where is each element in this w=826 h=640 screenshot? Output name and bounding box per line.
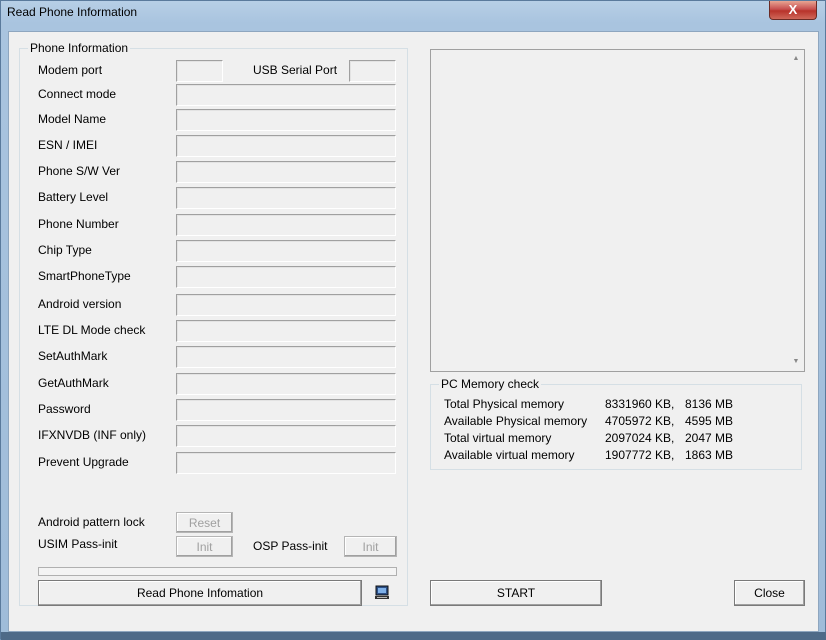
close-button[interactable]: Close	[734, 580, 805, 606]
read-phone-information-button[interactable]: Read Phone Infomation	[38, 580, 362, 606]
info-row-label: IFXNVDB (INF only)	[38, 428, 147, 442]
computer-icon[interactable]	[374, 585, 390, 601]
scroll-down-arrow-icon[interactable]: ▼	[790, 357, 802, 367]
scroll-up-arrow-icon[interactable]: ▲	[790, 54, 802, 64]
read-progress-bar	[38, 567, 397, 576]
info-row-field	[176, 266, 396, 288]
window-title: Read Phone Information	[7, 5, 138, 19]
usim-init-button[interactable]: Init	[176, 536, 233, 557]
info-row-field	[176, 135, 396, 157]
info-row-field	[176, 425, 396, 447]
usim-pass-init-label: USIM Pass-init	[38, 537, 118, 551]
pc-memory-check-legend: PC Memory check	[439, 377, 542, 391]
info-row-field	[176, 294, 396, 316]
android-pattern-lock-label: Android pattern lock	[38, 515, 145, 529]
memory-mb: 1863 MB	[685, 448, 734, 462]
info-row-label: GetAuthMark	[38, 376, 109, 390]
info-row-field	[176, 84, 396, 106]
info-row-field	[176, 320, 396, 342]
info-row-label: Connect mode	[38, 87, 117, 101]
info-row-field	[176, 161, 396, 183]
info-row-field	[176, 187, 396, 209]
info-row-label: Password	[38, 402, 91, 416]
usb-serial-port-field	[349, 60, 396, 82]
info-row-field	[176, 373, 396, 395]
memory-label: Total Physical memory	[444, 397, 565, 411]
info-row-label: Model Name	[38, 112, 107, 126]
memory-mb: 8136 MB	[685, 397, 734, 411]
usb-serial-port-label: USB Serial Port	[253, 63, 338, 77]
osp-init-button[interactable]: Init	[344, 536, 397, 557]
log-output-area[interactable]: ▲ ▼	[430, 49, 805, 372]
phone-information-legend: Phone Information	[28, 41, 131, 55]
info-row-field	[176, 240, 396, 262]
info-row-label: SmartPhoneType	[38, 269, 131, 283]
info-row-label: SetAuthMark	[38, 349, 108, 363]
info-row-label: LTE DL Mode check	[38, 323, 146, 337]
info-row-label: Android version	[38, 297, 122, 311]
info-row-label: Phone S/W Ver	[38, 164, 121, 178]
info-row-field	[176, 109, 396, 131]
info-row-field	[176, 399, 396, 421]
info-row-label: ESN / IMEI	[38, 138, 98, 152]
info-row-label: Phone Number	[38, 217, 119, 231]
memory-kb: 1907772 KB,	[605, 448, 675, 462]
window-close-button[interactable]: X	[769, 1, 817, 20]
info-row-field	[176, 214, 396, 236]
memory-label: Available Physical memory	[444, 414, 588, 428]
read-phone-info-window: Read Phone Information X Phone Informati…	[0, 0, 826, 640]
memory-kb: 2097024 KB,	[605, 431, 675, 445]
info-row-label: Prevent Upgrade	[38, 455, 129, 469]
modem-port-field	[176, 60, 223, 82]
info-row-label: Battery Level	[38, 190, 109, 204]
client-area: Phone Information Modem port USB Serial …	[8, 31, 819, 632]
memory-kb: 8331960 KB,	[605, 397, 675, 411]
memory-label: Available virtual memory	[444, 448, 575, 462]
modem-port-label: Modem port	[38, 63, 103, 77]
start-button[interactable]: START	[430, 580, 602, 606]
info-row-label: Chip Type	[38, 243, 92, 257]
memory-mb: 4595 MB	[685, 414, 734, 428]
title-bar[interactable]: Read Phone Information X	[1, 1, 825, 25]
info-row-field	[176, 346, 396, 368]
reset-button[interactable]: Reset	[176, 512, 233, 533]
memory-label: Total virtual memory	[444, 431, 552, 445]
osp-pass-init-label: OSP Pass-init	[253, 539, 328, 553]
memory-kb: 4705972 KB,	[605, 414, 675, 428]
memory-mb: 2047 MB	[685, 431, 734, 445]
info-row-field	[176, 452, 396, 474]
